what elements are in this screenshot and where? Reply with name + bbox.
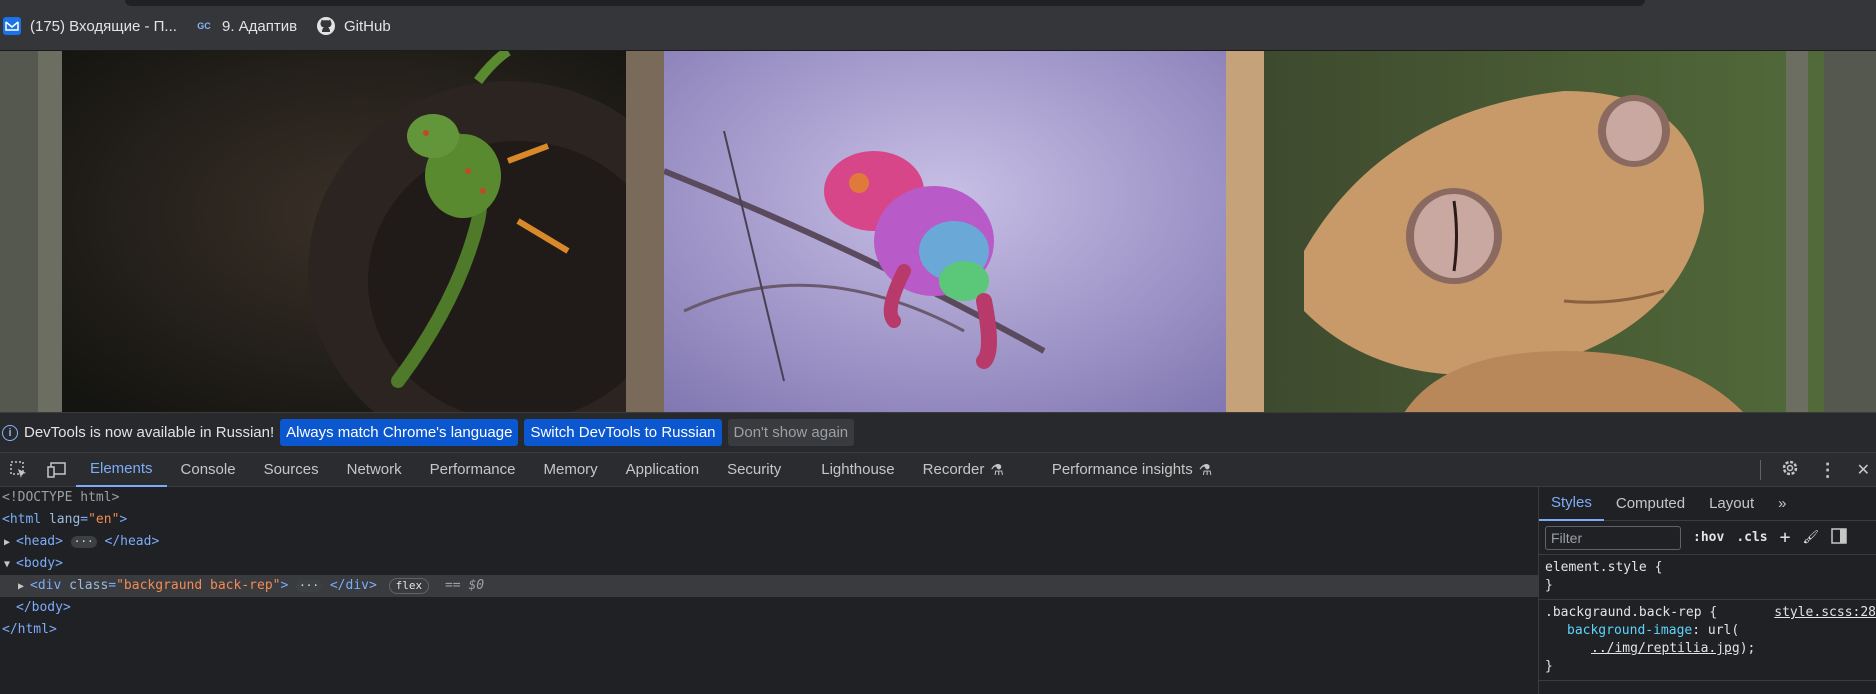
divider-strip	[1226, 51, 1264, 412]
styles-tabbar: Styles Computed Layout »	[1539, 487, 1876, 521]
tab-layout[interactable]: Layout	[1697, 487, 1766, 521]
styles-filter-input[interactable]	[1545, 525, 1681, 550]
more-options-icon[interactable]: ⋮	[1819, 460, 1837, 481]
bookmark-adaptive[interactable]: GC 9. Адаптив	[194, 14, 297, 38]
tab-lighthouse[interactable]: Lighthouse	[807, 453, 908, 487]
tab-network[interactable]: Network	[333, 453, 416, 487]
paint-brush-icon[interactable]: 🖌	[1802, 530, 1819, 545]
collapsed-ellipsis[interactable]: ···	[70, 535, 97, 548]
dom-line-body[interactable]: ▼ <body>	[0, 553, 1538, 575]
tab-security[interactable]: Security	[713, 453, 795, 487]
image-url-link[interactable]: ../img/reptilia.jpg	[1591, 641, 1740, 656]
bookmark-github[interactable]: GitHub	[316, 14, 391, 38]
styles-pane: Styles Computed Layout » :hov .cls + 🖌 e…	[1538, 487, 1876, 694]
mail-icon	[2, 16, 22, 36]
tab-recorder-label: Recorder	[922, 461, 985, 478]
settings-gear-icon[interactable]	[1781, 459, 1799, 481]
class-toggle[interactable]: .cls	[1736, 530, 1767, 545]
chameleon-image	[664, 51, 1226, 412]
dom-line-html[interactable]: <html lang="en">	[0, 509, 1538, 531]
tab-computed[interactable]: Computed	[1604, 487, 1697, 521]
element-style-rule[interactable]: element.style { }	[1539, 555, 1876, 600]
bookmarks-bar: (175) Входящие - П... GC 9. Адаптив GitH…	[0, 0, 1876, 50]
devtools-toolbar-right: ⋮ ✕	[1759, 453, 1876, 487]
expand-triangle-icon[interactable]: ▶	[18, 576, 30, 598]
elements-dom-tree: <!DOCTYPE html> <html lang="en"> ▶ <head>…	[0, 487, 1538, 694]
devtools-language-infobar: i DevTools is now available in Russian! …	[0, 412, 1876, 452]
omnibox-edge	[125, 0, 1645, 6]
gecko-image	[38, 51, 626, 412]
expand-triangle-icon[interactable]: ▶	[4, 532, 16, 554]
switch-to-russian-button[interactable]: Switch DevTools to Russian	[524, 419, 722, 446]
styles-filter-row: :hov .cls + 🖌	[1539, 521, 1876, 555]
gc-icon: GC	[197, 21, 211, 31]
bookmark-label: 9. Адаптив	[222, 17, 298, 35]
dom-line-div[interactable]: ▶ <div class="backgraund back-rep"> ··· <…	[0, 575, 1538, 597]
dom-line-head[interactable]: ▶ <head> ··· </head>	[0, 531, 1538, 553]
dom-line-body-close[interactable]: </body>	[0, 597, 1538, 619]
bookmark-label: (175) Входящие - П...	[30, 17, 177, 35]
devtools-tabbar: Elements Console Sources Network Perform…	[0, 452, 1876, 487]
tab-performance-insights-label: Performance insights	[1051, 461, 1193, 478]
close-devtools-icon[interactable]: ✕	[1857, 460, 1870, 480]
flask-icon: ⚗	[1198, 461, 1213, 479]
tab-elements[interactable]: Elements	[76, 453, 167, 487]
tab-styles[interactable]: Styles	[1539, 487, 1604, 521]
collapsed-ellipsis[interactable]: ···	[296, 579, 323, 592]
add-rule-plus-icon[interactable]: +	[1780, 527, 1791, 548]
tab-memory[interactable]: Memory	[530, 453, 612, 487]
bookmark-inbox[interactable]: (175) Входящие - П...	[2, 14, 177, 38]
inspect-element-icon[interactable]	[0, 453, 38, 487]
page-viewport	[0, 50, 1876, 412]
dom-line-html-close[interactable]: </html>	[0, 619, 1538, 641]
divider-strip	[626, 51, 664, 412]
device-toolbar-icon[interactable]	[38, 453, 76, 487]
collapse-triangle-icon[interactable]: ▼	[4, 554, 16, 576]
backgraund-rule[interactable]: .backgraund.back-rep { style.scss:28 bac…	[1539, 600, 1876, 681]
more-tabs-chevron-icon[interactable]: »	[1766, 487, 1798, 521]
tab-recorder[interactable]: Recorder ⚗	[909, 453, 1018, 487]
flask-icon: ⚗	[990, 461, 1004, 479]
info-icon: i	[2, 424, 18, 441]
always-match-language-button[interactable]: Always match Chrome's language	[280, 419, 519, 446]
github-icon	[316, 16, 336, 36]
tab-performance[interactable]: Performance	[416, 453, 530, 487]
tab-application[interactable]: Application	[612, 453, 713, 487]
infobar-message: DevTools is now available in Russian!	[24, 424, 275, 441]
tab-performance-insights[interactable]: Performance insights ⚗	[1038, 453, 1226, 487]
tab-console[interactable]: Console	[167, 453, 250, 487]
selected-node-marker: == $0	[444, 578, 485, 593]
flex-badge[interactable]: flex	[388, 577, 430, 594]
bookmark-label: GitHub	[344, 17, 391, 35]
toggle-sidebar-icon[interactable]	[1831, 527, 1847, 548]
rule-source-link[interactable]: style.scss:28	[1774, 604, 1876, 622]
crested-gecko-image	[1264, 51, 1824, 412]
dont-show-again-button[interactable]: Don't show again	[727, 419, 855, 446]
hover-state-toggle[interactable]: :hov	[1693, 530, 1724, 545]
tab-sources[interactable]: Sources	[250, 453, 333, 487]
dom-line-doctype[interactable]: <!DOCTYPE html>	[0, 487, 1538, 509]
